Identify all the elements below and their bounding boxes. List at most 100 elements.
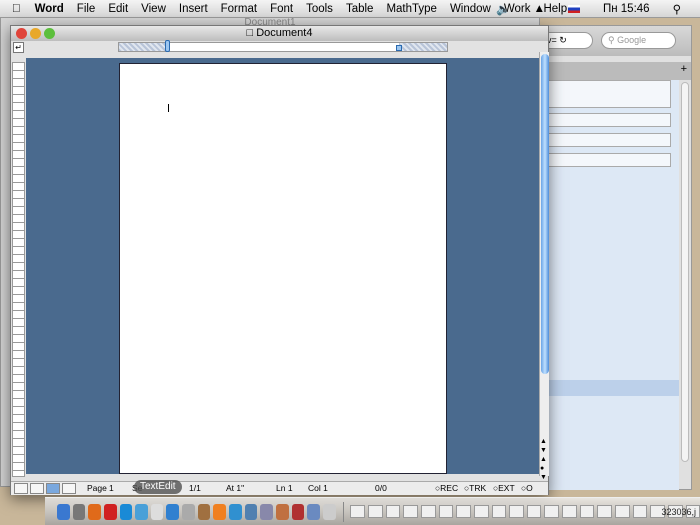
dock-minimized-window[interactable] xyxy=(456,505,471,518)
scroll-arrows[interactable]: ▲ ▼ ▲ ● ▼ xyxy=(540,437,547,482)
dock-app-icon[interactable] xyxy=(182,503,195,520)
outline-view-button[interactable] xyxy=(30,483,44,494)
dock-app-icon[interactable] xyxy=(57,503,70,520)
menu-file[interactable]: File xyxy=(77,3,96,15)
dock-app-icon[interactable] xyxy=(307,503,320,520)
ext-indicator[interactable]: ○EXT xyxy=(493,483,515,493)
input-field[interactable] xyxy=(531,153,671,167)
dock-app-icon[interactable] xyxy=(244,503,258,520)
dock xyxy=(45,497,700,525)
menu-view[interactable]: View xyxy=(141,3,166,15)
dock-app-icon[interactable] xyxy=(166,503,180,520)
dock-minimized-window[interactable] xyxy=(368,505,383,518)
document-icon: □ xyxy=(246,27,254,39)
dock-app-icon[interactable] xyxy=(88,503,101,520)
status-word-count: 0/0 xyxy=(375,483,387,493)
status-bar: Page 1 Se 1/1 At 1" Ln 1 Col 1 0/0 ○REC … xyxy=(11,481,548,495)
menu-format[interactable]: Format xyxy=(221,3,257,15)
new-tab-icon[interactable]: + xyxy=(681,63,687,75)
dock-app-icon[interactable] xyxy=(197,503,211,520)
zoom-button[interactable] xyxy=(44,28,55,39)
document-page[interactable] xyxy=(119,63,447,474)
rec-indicator[interactable]: ○REC xyxy=(435,483,458,493)
dock-minimized-window[interactable] xyxy=(544,505,560,518)
menu-insert[interactable]: Insert xyxy=(179,3,208,15)
browser-toolbar: r&v= ↻ ⚲ Google xyxy=(531,26,691,56)
dock-app-icon[interactable] xyxy=(322,503,336,520)
dock-minimized-window[interactable] xyxy=(403,505,418,518)
ovr-label: O xyxy=(526,483,533,493)
menu-bar:  Word File Edit View Insert Format Font… xyxy=(0,0,700,18)
horizontal-ruler[interactable] xyxy=(118,40,448,52)
dock-app-icon[interactable] xyxy=(213,503,227,520)
status-page-label: Page xyxy=(87,483,107,493)
dock-minimized-window[interactable] xyxy=(385,505,401,518)
ovr-indicator[interactable]: ○O xyxy=(521,483,533,493)
text-area[interactable] xyxy=(531,80,671,108)
dock-minimized-window[interactable] xyxy=(473,505,489,518)
dock-minimized-window[interactable] xyxy=(632,505,648,518)
flag-icon[interactable] xyxy=(567,5,580,13)
dock-minimized-window[interactable] xyxy=(421,505,436,518)
clock[interactable]: Пн 15:46 xyxy=(603,3,650,15)
dock-app-icon[interactable] xyxy=(103,503,117,520)
document-area xyxy=(26,58,539,474)
dock-minimized-window[interactable] xyxy=(526,505,542,518)
draft-view-button[interactable] xyxy=(14,483,28,494)
menu-table[interactable]: Table xyxy=(346,3,374,15)
google-search-field[interactable]: ⚲ Google xyxy=(601,32,676,49)
window-title: Document4 xyxy=(256,27,313,39)
right-margin xyxy=(399,43,447,51)
print-layout-button[interactable] xyxy=(46,483,60,494)
menu-window[interactable]: Window xyxy=(450,3,491,15)
status-column: Col 1 xyxy=(308,483,328,493)
dock-app-icon[interactable] xyxy=(150,503,164,520)
dock-app-icon[interactable] xyxy=(291,503,305,520)
menu-app[interactable]: Word xyxy=(35,3,64,15)
indent-marker[interactable] xyxy=(165,40,170,52)
input-field[interactable] xyxy=(531,133,671,147)
scroll-thumb[interactable] xyxy=(541,54,549,374)
dock-minimized-window[interactable] xyxy=(579,505,595,518)
dock-app-icon[interactable] xyxy=(229,503,242,520)
minimize-button[interactable] xyxy=(30,28,41,39)
title-bar[interactable]: □ Document4 xyxy=(11,26,548,41)
tab-bar: + xyxy=(531,62,691,80)
vertical-scrollbar[interactable]: ▲ ▼ ▲ ● ▼ xyxy=(539,52,549,481)
spotlight-icon[interactable]: ⚲ xyxy=(673,2,681,16)
dock-minimized-window[interactable] xyxy=(491,505,507,518)
apple-menu-icon[interactable]:  xyxy=(12,3,21,15)
close-button[interactable] xyxy=(16,28,27,39)
dock-minimized-window[interactable] xyxy=(350,505,366,518)
dock-minimized-window[interactable] xyxy=(438,505,454,518)
dock-minimized-window[interactable] xyxy=(615,505,630,518)
dock-app-icon[interactable] xyxy=(260,503,273,520)
search-placeholder: Google xyxy=(617,35,647,45)
menu-edit[interactable]: Edit xyxy=(108,3,128,15)
dock-label: 323036,j xyxy=(661,507,696,517)
menu-tools[interactable]: Tools xyxy=(306,3,333,15)
dock-tooltip: TextEdit xyxy=(134,480,182,494)
volume-icon[interactable]: 🔈 xyxy=(496,2,510,16)
dock-app-icon[interactable] xyxy=(72,503,86,520)
binoculars-icon[interactable]: ▲ xyxy=(534,3,545,15)
dock-minimized-window[interactable] xyxy=(597,505,613,518)
reload-icon[interactable]: ↻ xyxy=(559,35,567,45)
trk-indicator[interactable]: ○TRK xyxy=(464,483,486,493)
left-margin xyxy=(119,43,167,51)
vertical-ruler[interactable] xyxy=(12,62,25,477)
notebook-view-button[interactable] xyxy=(62,483,76,494)
dock-app-icon[interactable] xyxy=(135,503,148,520)
dock-app-icon[interactable] xyxy=(275,503,289,520)
tab-selector-icon[interactable]: ↵ xyxy=(13,42,24,53)
dock-app-icon[interactable] xyxy=(119,503,133,520)
status-page-num: 1 xyxy=(109,483,114,493)
menu-font[interactable]: Font xyxy=(270,3,293,15)
dock-minimized-window[interactable] xyxy=(562,505,577,518)
right-indent-marker[interactable] xyxy=(396,45,402,51)
input-field[interactable] xyxy=(531,113,671,127)
browser-content xyxy=(531,80,679,490)
browser-scrollbar[interactable] xyxy=(681,82,689,462)
dock-minimized-window[interactable] xyxy=(509,505,524,518)
menu-mathtype[interactable]: MathType xyxy=(386,3,437,15)
